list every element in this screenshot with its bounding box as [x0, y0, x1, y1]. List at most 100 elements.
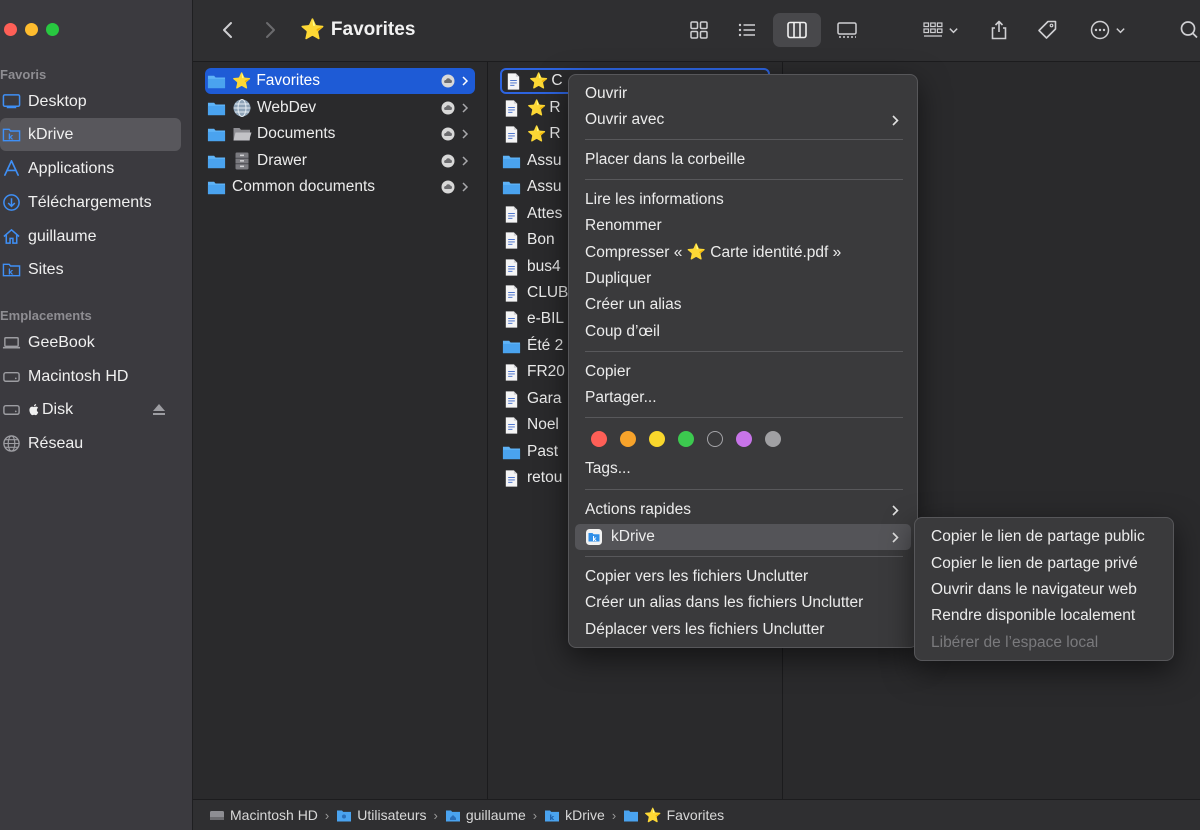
chevron-right-icon: [462, 129, 469, 139]
more-actions-button[interactable]: [1083, 13, 1131, 47]
sidebar-item-geebook[interactable]: GeeBook: [0, 326, 181, 359]
close-window-button[interactable]: [4, 23, 17, 36]
tag-color-red[interactable]: [591, 431, 607, 447]
sidebar-item-kdrive[interactable]: k kDrive: [0, 118, 181, 151]
submenu-item-copy-private-link[interactable]: Copier le lien de partage privé: [921, 551, 1167, 577]
share-button[interactable]: [981, 13, 1017, 47]
tag-color-none[interactable]: [707, 431, 723, 447]
menu-item-copy[interactable]: Copier: [575, 359, 911, 385]
star-icon: ⭐: [527, 125, 547, 143]
menu-item-kdrive[interactable]: k kDrive: [575, 524, 911, 550]
svg-text:k: k: [8, 132, 14, 141]
menu-item-compress[interactable]: Compresser « ⭐️ Carte identité.pdf »: [575, 239, 911, 265]
path-separator: ›: [611, 807, 617, 823]
tag-button[interactable]: [1029, 13, 1065, 47]
menu-item-copy-to-unclutter[interactable]: Copier vers les fichiers Unclutter: [575, 564, 911, 590]
document-icon: [500, 204, 522, 224]
menu-item-duplicate[interactable]: Dupliquer: [575, 266, 911, 292]
chevron-right-icon: [462, 103, 469, 113]
zoom-window-button[interactable]: [46, 23, 59, 36]
menu-item-open[interactable]: Ouvrir: [575, 81, 911, 107]
sidebar-item-macintosh-hd[interactable]: Macintosh HD: [0, 360, 181, 393]
menu-item-quick-look[interactable]: Coup d’œil: [575, 319, 911, 345]
list-item-drawer[interactable]: Drawer: [205, 148, 475, 174]
cloud-icon: [441, 180, 455, 194]
search-button[interactable]: [1175, 13, 1199, 47]
svg-text:k: k: [550, 814, 555, 822]
list-item-documents[interactable]: Documents: [205, 121, 475, 147]
menu-item-rename[interactable]: Renommer: [575, 213, 911, 239]
submenu-item-open-in-browser[interactable]: Ouvrir dans le navigateur web: [921, 577, 1167, 603]
path-segment-guillaume[interactable]: guillaume: [445, 807, 526, 823]
folder-icon: [624, 810, 639, 821]
tag-color-gray[interactable]: [765, 431, 781, 447]
tag-icon: [1038, 20, 1057, 39]
path-segment-utilisateurs[interactable]: Utilisateurs: [336, 807, 427, 823]
sidebar-item-downloads[interactable]: Téléchargements: [0, 186, 181, 219]
submenu-item-copy-public-link[interactable]: Copier le lien de partage public: [921, 524, 1167, 550]
sidebar-item-network[interactable]: Réseau: [0, 427, 181, 460]
network-icon: [1, 434, 21, 454]
menu-separator: [585, 139, 903, 140]
tag-color-green[interactable]: [678, 431, 694, 447]
home-icon: [1, 227, 21, 247]
menu-item-quick-actions[interactable]: Actions rapides: [575, 497, 911, 523]
context-menu: Ouvrir Ouvrir avec Placer dans la corbei…: [568, 74, 918, 648]
document-icon: [500, 362, 522, 382]
path-segment-kdrive[interactable]: k kDrive: [544, 807, 605, 823]
downloads-icon: [1, 193, 21, 213]
list-item-webdev[interactable]: WebDev: [205, 95, 475, 121]
list-item-common-documents[interactable]: Common documents: [205, 174, 475, 200]
document-icon: [500, 257, 522, 277]
menu-item-share[interactable]: Partager...: [575, 385, 911, 411]
back-button[interactable]: [211, 13, 245, 47]
finder-window: Favoris Desktop k kDrive Applications Té…: [0, 0, 1200, 830]
minimize-window-button[interactable]: [25, 23, 38, 36]
folder-icon: [205, 151, 227, 171]
cloud-icon: [441, 74, 455, 88]
folder-icon: [205, 177, 227, 197]
sidebar-item-sites[interactable]: k Sites: [0, 253, 181, 286]
menu-item-make-alias[interactable]: Créer un alias: [575, 292, 911, 318]
sidebar-item-applications[interactable]: Applications: [0, 152, 181, 185]
path-segment-macintosh-hd[interactable]: Macintosh HD: [209, 807, 318, 823]
applications-icon: [1, 159, 21, 179]
menu-item-open-with[interactable]: Ouvrir avec: [575, 107, 911, 133]
tag-color-purple[interactable]: [736, 431, 752, 447]
search-icon: [1180, 21, 1198, 39]
list-item-favorites[interactable]: ⭐ Favorites: [205, 68, 475, 94]
list-view-button[interactable]: [729, 13, 765, 47]
chevron-down-icon: [1115, 27, 1125, 33]
path-segment-favorites[interactable]: ⭐ Favorites: [623, 807, 724, 824]
sidebar-item-disk[interactable]: Disk: [0, 393, 181, 426]
submenu-item-free-local-space: Libérer de l’espace local: [931, 634, 1099, 651]
tag-color-orange[interactable]: [620, 431, 636, 447]
menu-separator: [585, 489, 903, 490]
menu-item-move-to-unclutter[interactable]: Déplacer vers les fichiers Unclutter: [575, 617, 911, 643]
chevron-right-icon: [462, 76, 469, 86]
gallery-view-button[interactable]: [829, 13, 865, 47]
menu-item-tags[interactable]: Tags...: [575, 456, 911, 482]
menu-item-alias-in-unclutter[interactable]: Créer un alias dans les fichiers Unclutt…: [575, 590, 911, 616]
column-view-button[interactable]: [773, 13, 821, 47]
eject-icon[interactable]: [151, 401, 167, 417]
menu-separator: [585, 351, 903, 352]
sidebar: Favoris Desktop k kDrive Applications Té…: [0, 0, 193, 830]
menu-separator: [585, 417, 903, 418]
forward-button[interactable]: [253, 13, 287, 47]
sidebar-item-home[interactable]: guillaume: [0, 220, 181, 253]
submenu-item-make-available-locally[interactable]: Rendre disponible localement: [921, 603, 1167, 629]
group-by-button[interactable]: [915, 13, 965, 47]
tag-color-yellow[interactable]: [649, 431, 665, 447]
toolbar: ⭐ Favorites: [193, 0, 1200, 62]
chevron-right-icon: [892, 532, 899, 543]
file-cabinet-icon: [232, 151, 252, 171]
folder-icon: [205, 71, 227, 91]
folder-icon: [500, 151, 522, 171]
menu-item-move-to-trash[interactable]: Placer dans la corbeille: [575, 147, 911, 173]
apple-logo-icon: [29, 403, 39, 416]
open-folder-icon: [232, 124, 252, 144]
menu-item-get-info[interactable]: Lire les informations: [575, 187, 911, 213]
icon-view-button[interactable]: [681, 13, 717, 47]
sidebar-item-desktop[interactable]: Desktop: [0, 85, 181, 118]
